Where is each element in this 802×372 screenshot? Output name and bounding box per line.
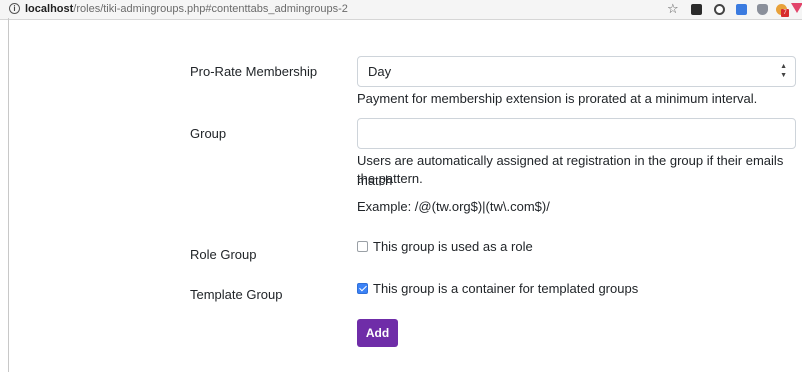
template-group-label: Template Group — [190, 287, 283, 302]
group-pattern-input[interactable] — [357, 118, 796, 149]
role-group-label: Role Group — [190, 247, 257, 262]
extension-icon[interactable] — [714, 4, 725, 15]
role-group-checkbox-label[interactable]: This group is used as a role — [373, 239, 533, 254]
role-group-checkbox[interactable] — [357, 241, 368, 252]
group-help-line1: Users are automatically assigned at regi… — [357, 153, 784, 188]
shield-icon[interactable] — [757, 4, 768, 15]
template-group-checkbox[interactable] — [357, 283, 368, 294]
pocket-icon[interactable] — [791, 3, 802, 13]
page-frame-border — [8, 18, 9, 372]
group-label: Group — [190, 126, 227, 141]
template-group-option[interactable]: This group is a container for templated … — [357, 281, 638, 296]
prorate-membership-label: Pro-Rate Membership — [190, 64, 318, 79]
extension-icon[interactable] — [736, 4, 747, 15]
browser-address-bar[interactable]: i localhost/roles/tiki-admingroups.php#c… — [0, 0, 802, 20]
template-group-checkbox-label[interactable]: This group is a container for templated … — [373, 281, 638, 296]
info-icon[interactable]: i — [9, 3, 20, 14]
prorate-membership-help: Payment for membership extension is pror… — [357, 91, 758, 106]
add-button[interactable]: Add — [357, 319, 398, 347]
role-group-option[interactable]: This group is used as a role — [357, 239, 533, 254]
prorate-membership-selected: Day — [368, 64, 392, 79]
extension-icon[interactable] — [691, 4, 702, 15]
url-text[interactable]: localhost/roles/tiki-admingroups.php#con… — [25, 3, 348, 15]
bookmark-star-icon[interactable]: ☆ — [667, 1, 679, 17]
extension-icon[interactable]: 7 — [776, 4, 789, 17]
group-example: Example: /@(tw.org$)|(tw\.com$)/ — [357, 199, 550, 214]
prorate-membership-select[interactable]: Day ▲ ▼ — [357, 56, 796, 87]
select-arrows-icon: ▲ ▼ — [780, 63, 787, 79]
group-help-line2: the pattern. — [357, 171, 423, 186]
extension-badge: 7 — [781, 9, 789, 17]
